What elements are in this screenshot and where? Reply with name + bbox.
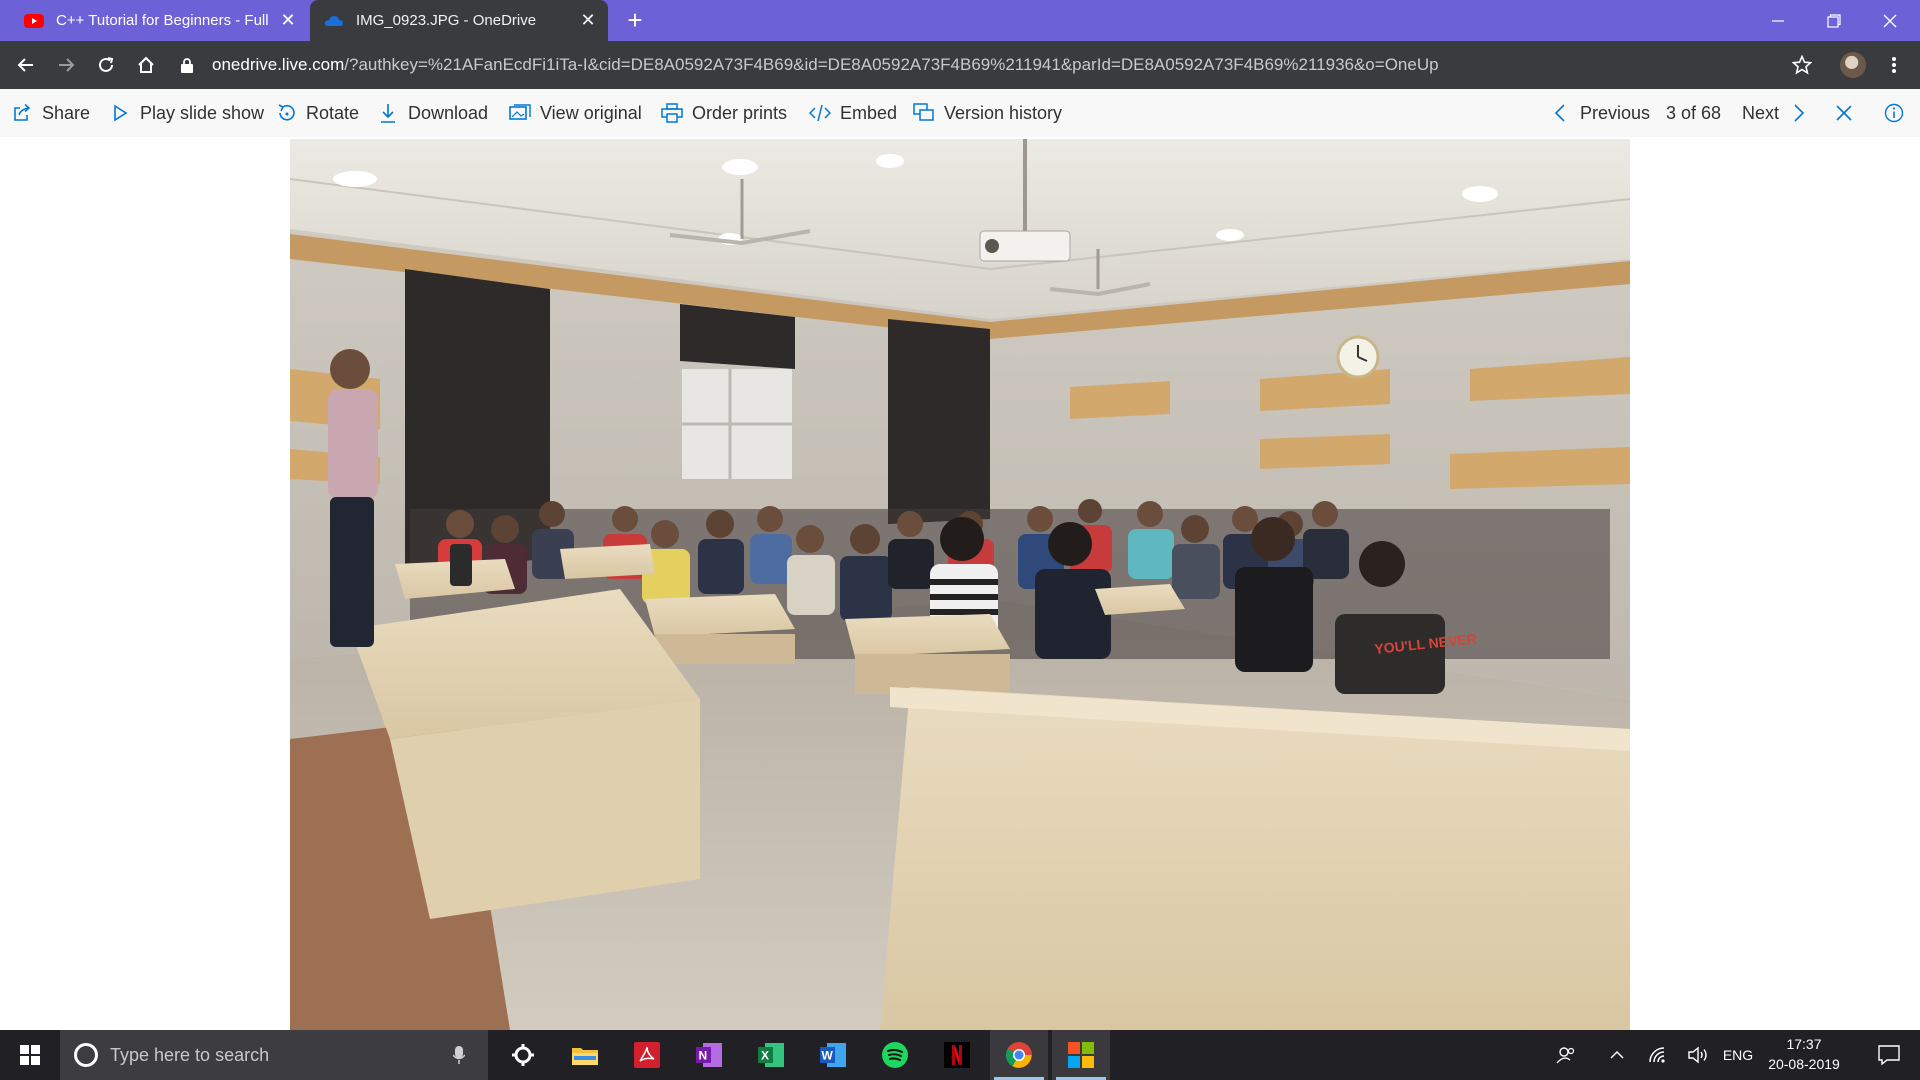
share-label: Share bbox=[42, 102, 91, 123]
previous-label: Previous bbox=[1580, 102, 1651, 123]
share-icon bbox=[10, 101, 34, 125]
home-icon[interactable] bbox=[130, 49, 162, 81]
share-button[interactable]: Share bbox=[10, 89, 90, 137]
new-tab-button[interactable]: + bbox=[620, 6, 650, 36]
start-button[interactable] bbox=[0, 1030, 60, 1080]
windows-logo-icon bbox=[20, 1045, 40, 1065]
close-tab-icon[interactable]: ✕ bbox=[274, 7, 302, 35]
close-icon bbox=[1832, 101, 1856, 125]
youtube-icon bbox=[24, 13, 44, 28]
version-history-icon bbox=[912, 101, 936, 125]
cortana-icon bbox=[74, 1043, 98, 1067]
order-prints-button[interactable]: Order prints bbox=[660, 89, 787, 137]
clock-date: 20-08-2019 bbox=[1768, 1056, 1840, 1072]
download-button[interactable]: Download bbox=[376, 89, 488, 137]
wifi-icon[interactable] bbox=[1640, 1030, 1676, 1080]
volume-icon[interactable] bbox=[1680, 1030, 1716, 1080]
download-label: Download bbox=[408, 102, 489, 123]
play-slide-show-label: Play slide show bbox=[140, 102, 265, 123]
close-viewer-button[interactable] bbox=[1832, 89, 1856, 137]
classroom-photo[interactable]: YOU'LL NEVER bbox=[290, 139, 1630, 1030]
restore-icon[interactable] bbox=[1806, 0, 1862, 41]
next-label: Next bbox=[1742, 102, 1780, 123]
play-icon bbox=[108, 101, 132, 125]
chevron-right-icon bbox=[1787, 101, 1811, 125]
chrome-icon[interactable] bbox=[990, 1030, 1048, 1080]
browser-toolbar: onedrive.live.com/?authkey=%21AFanEcdFi1… bbox=[0, 41, 1920, 89]
profile-avatar[interactable] bbox=[1840, 52, 1866, 78]
photo-counter: 3 of 68 bbox=[1666, 102, 1722, 123]
chevron-left-icon bbox=[1548, 101, 1572, 125]
tab-title: C++ Tutorial for Beginners - Full bbox=[56, 12, 269, 29]
reload-icon[interactable] bbox=[90, 49, 122, 81]
minimize-icon[interactable] bbox=[1750, 0, 1806, 41]
browser-tab-strip: C++ Tutorial for Beginners - Full ✕ IMG_… bbox=[0, 0, 1920, 41]
lock-icon[interactable] bbox=[178, 56, 196, 74]
rotate-label: Rotate bbox=[306, 102, 360, 123]
spotify-icon[interactable] bbox=[866, 1030, 924, 1080]
download-icon bbox=[376, 101, 400, 125]
view-original-label: View original bbox=[540, 102, 642, 123]
microphone-icon[interactable] bbox=[444, 1040, 474, 1070]
previous-button[interactable]: Previous bbox=[1548, 89, 1650, 137]
embed-code-icon bbox=[808, 101, 832, 125]
svg-text:N: N bbox=[699, 1049, 708, 1063]
photo-viewer: YOU'LL NEVER bbox=[0, 137, 1920, 1030]
bookmark-star-icon[interactable] bbox=[1786, 49, 1818, 81]
word-icon[interactable]: W bbox=[804, 1030, 862, 1080]
forward-icon[interactable] bbox=[50, 49, 82, 81]
taskbar-search-box[interactable]: Type here to search bbox=[60, 1030, 488, 1080]
tab-title: IMG_0923.JPG - OneDrive bbox=[356, 12, 537, 29]
file-explorer-icon[interactable] bbox=[556, 1030, 614, 1080]
info-button[interactable] bbox=[1882, 89, 1906, 137]
order-prints-label: Order prints bbox=[692, 102, 788, 123]
chevron-up-icon[interactable] bbox=[1600, 1030, 1634, 1080]
rotate-button[interactable]: Rotate bbox=[274, 89, 359, 137]
onedrive-icon bbox=[324, 14, 344, 28]
taskbar-clock[interactable]: 17:37 20-08-2019 bbox=[1756, 1034, 1852, 1076]
svg-text:X: X bbox=[761, 1049, 769, 1063]
tab-youtube[interactable]: C++ Tutorial for Beginners - Full ✕ bbox=[10, 0, 308, 41]
version-history-label: Version history bbox=[944, 102, 1063, 123]
view-original-button[interactable]: View original bbox=[508, 89, 642, 137]
more-menu-icon[interactable] bbox=[1878, 49, 1910, 81]
embed-button[interactable]: Embed bbox=[808, 89, 897, 137]
notifications-icon[interactable] bbox=[1864, 1030, 1914, 1080]
onenote-icon[interactable]: N bbox=[680, 1030, 738, 1080]
close-tab-icon[interactable]: ✕ bbox=[574, 7, 602, 35]
version-history-button[interactable]: Version history bbox=[912, 89, 1062, 137]
play-slide-show-button[interactable]: Play slide show bbox=[108, 89, 264, 137]
svg-text:W: W bbox=[822, 1049, 834, 1063]
next-button[interactable]: Next bbox=[1742, 89, 1811, 137]
view-original-icon bbox=[508, 101, 532, 125]
close-window-icon[interactable] bbox=[1862, 0, 1918, 41]
url-text: onedrive.live.com/?authkey=%21AFanEcdFi1… bbox=[212, 55, 1439, 74]
windows-taskbar: Type here to search N X W ENG 17:37 20-0… bbox=[0, 1030, 1920, 1080]
netflix-icon[interactable] bbox=[928, 1030, 986, 1080]
onedrive-command-bar: Share Play slide show Rotate Download Vi… bbox=[0, 89, 1920, 137]
language-indicator[interactable]: ENG bbox=[1718, 1030, 1758, 1080]
people-icon[interactable] bbox=[1548, 1030, 1584, 1080]
search-placeholder: Type here to search bbox=[110, 1044, 270, 1065]
excel-icon[interactable]: X bbox=[742, 1030, 800, 1080]
back-icon[interactable] bbox=[10, 49, 42, 81]
app-grid-icon[interactable] bbox=[1052, 1030, 1110, 1080]
embed-label: Embed bbox=[840, 102, 898, 123]
address-bar[interactable]: onedrive.live.com/?authkey=%21AFanEcdFi1… bbox=[178, 47, 1808, 83]
settings-icon[interactable] bbox=[494, 1030, 552, 1080]
acrobat-icon[interactable] bbox=[618, 1030, 676, 1080]
clock-time: 17:37 bbox=[1786, 1036, 1822, 1052]
rotate-icon bbox=[274, 101, 298, 125]
tab-onedrive[interactable]: IMG_0923.JPG - OneDrive ✕ bbox=[310, 0, 608, 41]
printer-icon bbox=[660, 101, 684, 125]
info-icon bbox=[1882, 101, 1906, 125]
